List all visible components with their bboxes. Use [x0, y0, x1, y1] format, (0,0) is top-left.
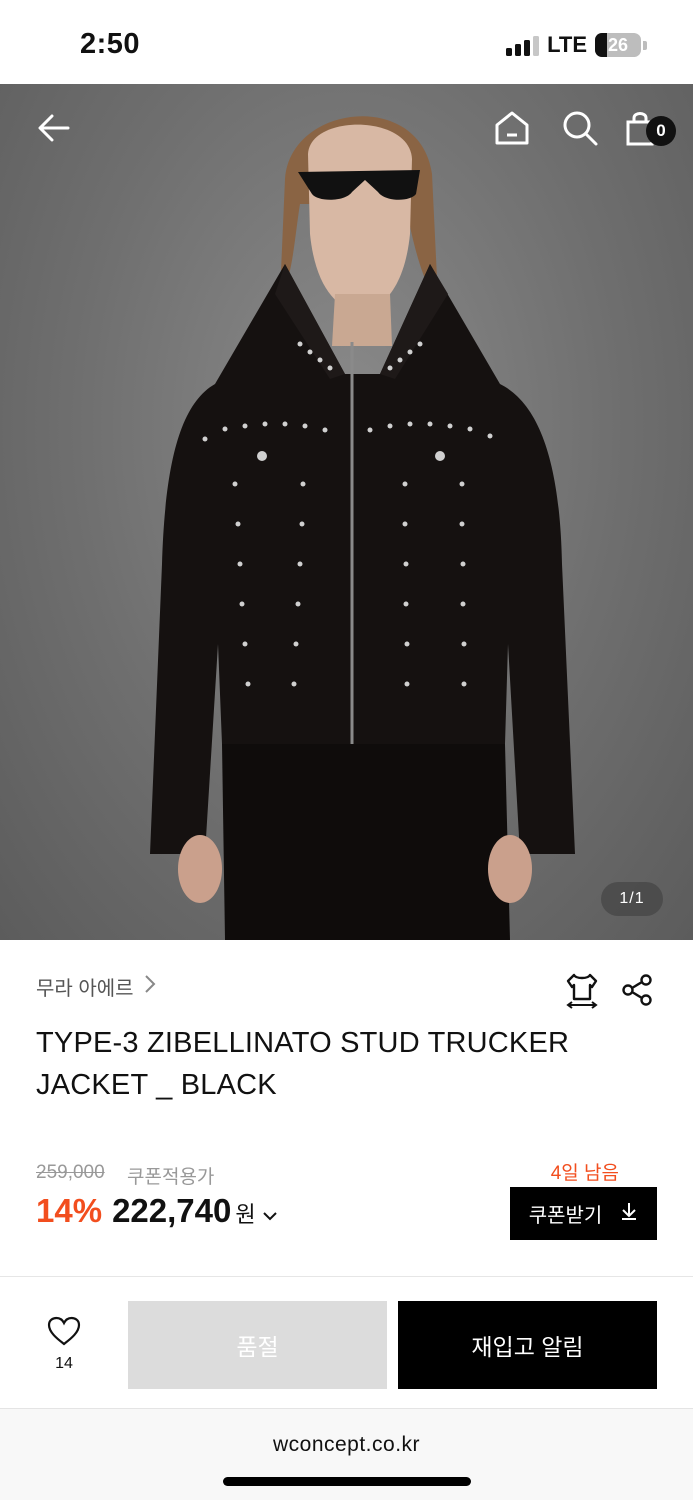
chevron-down-icon[interactable] — [262, 1206, 278, 1227]
like-count: 14 — [55, 1355, 73, 1372]
discount-rate: 14% — [36, 1192, 103, 1229]
sale-price: 222,740 — [112, 1192, 232, 1229]
currency-unit: 원 — [235, 1202, 256, 1227]
price-row[interactable]: 14% 222,740 원 — [36, 1192, 278, 1230]
brand-name: 무라 아에르 — [36, 978, 134, 1000]
status-bar: 2:50 LTE 26 — [0, 0, 693, 84]
product-photo — [150, 116, 575, 940]
size-guide-icon[interactable] — [562, 970, 602, 1010]
browser-bar: wconcept.co.kr — [0, 1408, 693, 1500]
coupon-days-left: 4일 남음 — [550, 1163, 619, 1184]
status-indicators: LTE 26 — [506, 32, 647, 58]
original-price: 259,000 — [36, 1162, 105, 1183]
get-coupon-label: 쿠폰받기 — [528, 1205, 603, 1227]
share-icon[interactable] — [617, 970, 657, 1010]
image-pager: 1/1 — [601, 882, 663, 916]
product-image[interactable]: 0 1/1 — [0, 84, 693, 940]
section-divider — [0, 1276, 693, 1277]
cart-count-badge: 0 — [646, 116, 676, 146]
coupon-price-label: 쿠폰적용가 — [127, 1167, 215, 1188]
brand-link[interactable]: 무라 아에르 — [36, 972, 156, 1001]
url-text[interactable]: wconcept.co.kr — [0, 1433, 693, 1457]
heart-icon — [47, 1316, 81, 1351]
hero-nav: 0 — [0, 84, 693, 184]
shopping-bag-icon[interactable]: 0 — [616, 104, 676, 152]
back-arrow-icon[interactable] — [30, 104, 78, 152]
search-icon[interactable] — [556, 104, 604, 152]
like-button[interactable]: 14 — [38, 1316, 90, 1373]
status-time: 2:50 — [80, 28, 141, 60]
battery-level: 26 — [607, 34, 629, 55]
get-coupon-button[interactable]: 쿠폰받기 — [510, 1187, 657, 1240]
chevron-right-icon — [144, 974, 156, 1000]
battery-icon: 26 — [595, 33, 641, 57]
home-icon[interactable] — [488, 104, 536, 152]
network-type: LTE — [547, 32, 587, 57]
restock-alert-button[interactable]: 재입고 알림 — [398, 1301, 657, 1389]
home-indicator — [223, 1477, 471, 1486]
product-title: TYPE-3 ZIBELLINATO STUD TRUCKER JACKET _… — [36, 1027, 570, 1101]
download-icon — [620, 1201, 638, 1227]
soldout-button: 품절 — [128, 1301, 387, 1389]
signal-icon — [506, 34, 540, 56]
